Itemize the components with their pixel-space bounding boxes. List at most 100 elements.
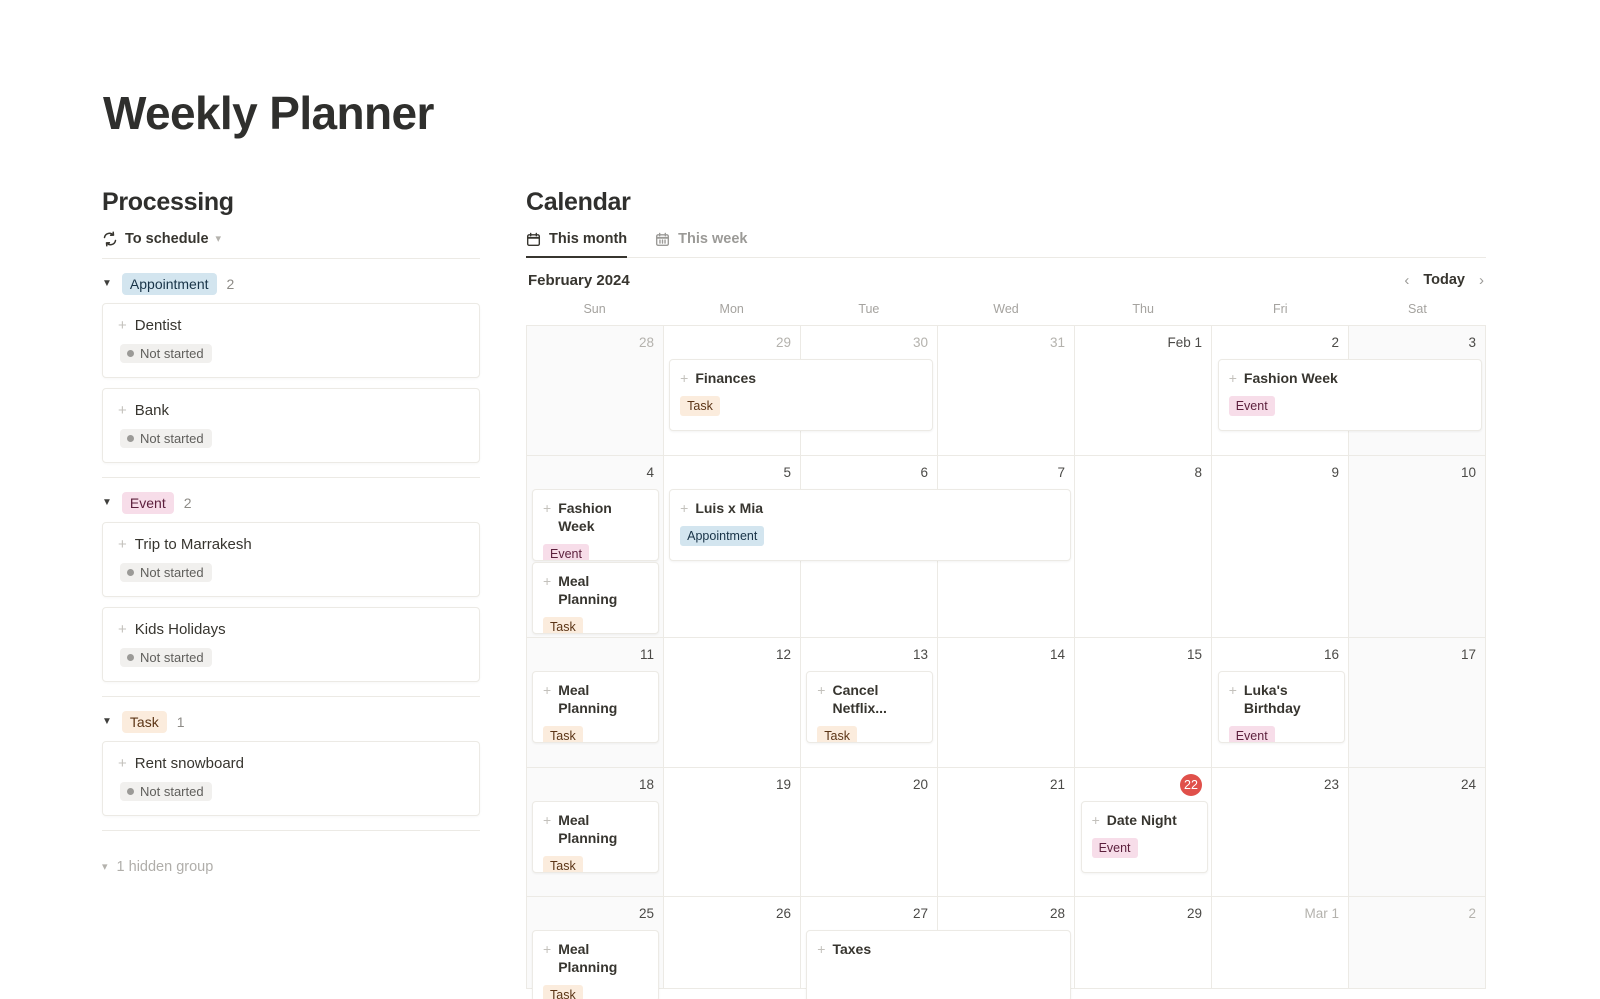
plus-icon[interactable]: + xyxy=(1092,811,1100,829)
plus-icon[interactable]: + xyxy=(118,403,127,418)
day-number: 10 xyxy=(1460,465,1476,480)
calendar-day-cell[interactable]: Feb 1 xyxy=(1075,326,1212,455)
dow-tue: Tue xyxy=(858,302,880,316)
group-chip: Event xyxy=(121,492,174,514)
status-dot-icon xyxy=(127,654,134,661)
calendar-day-cell[interactable]: 23 xyxy=(1212,768,1349,896)
group-event: ▼ Event 2 + Trip to Marrakesh Not starte… xyxy=(102,478,480,697)
calendar-day-cell[interactable]: Mar 1 xyxy=(1212,897,1349,988)
calendar-day-cell[interactable]: 9 xyxy=(1212,456,1349,637)
plus-icon[interactable]: + xyxy=(817,681,825,699)
plus-icon[interactable]: + xyxy=(543,940,551,958)
tab-this-week[interactable]: This week xyxy=(655,231,747,257)
group-header[interactable]: ▼ Event 2 xyxy=(102,478,480,522)
calendar-event[interactable]: + Fashion Week Event xyxy=(1217,359,1482,431)
plus-icon[interactable]: + xyxy=(680,499,688,517)
calendar-day-cell[interactable]: 15 xyxy=(1075,638,1212,767)
group-task: ▼ Task 1 + Rent snowboard Not started xyxy=(102,697,480,831)
calendar-day-cell[interactable]: 21 xyxy=(938,768,1075,896)
calendar-day-cell[interactable]: 10 xyxy=(1349,456,1486,637)
calendar-day-cell[interactable]: 12 xyxy=(664,638,801,767)
plus-icon[interactable]: + xyxy=(543,572,551,590)
event-title: Finances xyxy=(695,370,757,386)
hidden-group-toggle[interactable]: ▾ 1 hidden group xyxy=(102,859,480,875)
calendar-event[interactable]: + Meal Planning Task xyxy=(532,801,660,873)
day-number: 26 xyxy=(775,906,791,921)
dow-sun: Sun xyxy=(583,302,606,316)
calendar-day-cell[interactable]: 20 xyxy=(801,768,938,896)
next-month-button[interactable]: › xyxy=(1479,273,1484,288)
calendar-event[interactable]: + Meal Planning Task xyxy=(532,671,660,743)
event-title: Meal Planning xyxy=(558,573,618,607)
sync-icon xyxy=(102,231,118,247)
calendar-day-cell[interactable]: 8 xyxy=(1075,456,1212,637)
calendar-day-cell[interactable]: 2 xyxy=(1349,897,1486,988)
day-number: 2 xyxy=(1468,906,1476,921)
calendar-week-row: 25 26 27 28 29 Mar 1 2 + Meal Planning Task + Taxes xyxy=(527,897,1486,999)
event-title: Luis x Mia xyxy=(695,500,764,516)
calendar-event[interactable]: + Date Night Event xyxy=(1080,801,1208,873)
calendar-day-cell[interactable]: 26 xyxy=(664,897,801,988)
calendar-event[interactable]: + Luis x Mia Appointment xyxy=(669,489,1071,561)
list-item[interactable]: + Dentist Not started xyxy=(102,303,480,378)
triangle-down-icon[interactable]: ▼ xyxy=(102,717,112,727)
list-item[interactable]: + Rent snowboard Not started xyxy=(102,741,480,816)
status-badge: Not started xyxy=(120,344,212,363)
chevron-down-icon[interactable]: ▾ xyxy=(216,233,222,245)
calendar-day-cell[interactable]: 31 xyxy=(938,326,1075,455)
event-title: Meal Planning xyxy=(558,682,618,716)
list-item[interactable]: + Bank Not started xyxy=(102,388,480,463)
group-header[interactable]: ▼ Appointment 2 xyxy=(102,259,480,303)
plus-icon[interactable]: + xyxy=(118,318,127,333)
event-tag: Event xyxy=(1228,396,1275,416)
plus-icon[interactable]: + xyxy=(1229,369,1237,387)
group-divider xyxy=(102,830,480,831)
calendar-event[interactable]: + Fashion Week Event xyxy=(532,489,660,561)
calendar-day-cell[interactable]: 17 xyxy=(1349,638,1486,767)
dow-thu: Thu xyxy=(1132,302,1154,316)
calendar-event[interactable]: + Luka's Birthday Event xyxy=(1217,671,1345,743)
day-number: 11 xyxy=(639,647,654,662)
event-title: Meal Planning xyxy=(558,941,618,975)
list-item[interactable]: + Trip to Marrakesh Not started xyxy=(102,522,480,597)
status-label: Not started xyxy=(140,346,204,361)
event-title: Fashion Week xyxy=(1243,370,1338,386)
calendar-event[interactable]: + Cancel Netflix... Task xyxy=(806,671,934,743)
group-header[interactable]: ▼ Task 1 xyxy=(102,697,480,741)
plus-icon[interactable]: + xyxy=(543,681,551,699)
calendar-event[interactable]: + Meal Planning Task xyxy=(532,930,660,999)
plus-icon[interactable]: + xyxy=(543,811,551,829)
day-number: 25 xyxy=(638,906,654,921)
calendar-day-cell[interactable]: 28 xyxy=(527,326,664,455)
calendar-grid: 28 29 30 31 Feb 1 2 3 + Finances Task + Fashion Wee… xyxy=(526,325,1486,999)
to-schedule-view-tab[interactable]: To schedule ▾ xyxy=(102,231,480,258)
calendar-event[interactable]: + Finances Task xyxy=(669,359,934,431)
plus-icon[interactable]: + xyxy=(680,369,688,387)
plus-icon[interactable]: + xyxy=(1229,681,1237,699)
processing-panel: Processing To schedule ▾ ▼ Appointment 2… xyxy=(102,188,480,875)
today-button[interactable]: Today xyxy=(1423,272,1465,288)
plus-icon[interactable]: + xyxy=(543,499,551,517)
calendar-day-cell[interactable]: 24 xyxy=(1349,768,1486,896)
plus-icon[interactable]: + xyxy=(118,537,127,552)
plus-icon[interactable]: + xyxy=(118,622,127,637)
plus-icon[interactable]: + xyxy=(118,756,127,771)
calendar-panel: Calendar This month This week February 2… xyxy=(526,188,1486,999)
group-count: 2 xyxy=(183,495,192,511)
tab-this-month[interactable]: This month xyxy=(526,231,628,258)
calendar-day-cell[interactable]: 29 xyxy=(1075,897,1212,988)
calendar-event[interactable]: + Taxes xyxy=(806,930,1071,999)
day-number: 29 xyxy=(1186,906,1202,921)
status-badge: Not started xyxy=(120,563,212,582)
triangle-down-icon[interactable]: ▼ xyxy=(102,498,112,508)
list-item[interactable]: + Kids Holidays Not started xyxy=(102,607,480,682)
triangle-down-icon[interactable]: ▼ xyxy=(102,279,112,289)
calendar-event[interactable]: + Meal Planning Task xyxy=(532,562,660,634)
prev-month-button[interactable]: ‹ xyxy=(1404,273,1409,288)
day-number: 24 xyxy=(1460,777,1476,792)
plus-icon[interactable]: + xyxy=(817,940,825,958)
calendar-day-cell[interactable]: 19 xyxy=(664,768,801,896)
day-number: 14 xyxy=(1049,647,1065,662)
calendar-day-cell[interactable]: 14 xyxy=(938,638,1075,767)
calendar-toolbar: February 2024 ‹ Today › xyxy=(526,258,1486,302)
